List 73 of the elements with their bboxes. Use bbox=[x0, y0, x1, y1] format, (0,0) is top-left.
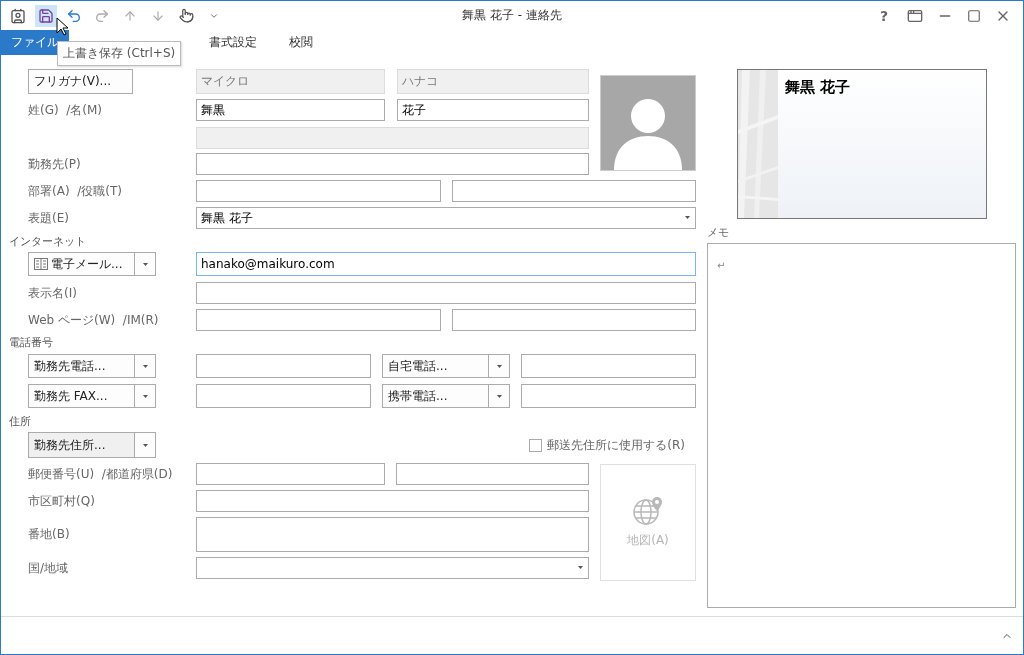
dropdown-arrow-icon bbox=[142, 394, 148, 398]
input-field[interactable] bbox=[196, 517, 589, 552]
dropdown-arrow-icon bbox=[578, 566, 583, 569]
dropdown-arrow-icon bbox=[496, 364, 502, 368]
field-label: Web ページ(W) /IM(R) bbox=[28, 311, 160, 329]
field-label: 勤務先(P) bbox=[28, 155, 82, 173]
window-title: 舞黒 花子 - 連絡先 bbox=[462, 7, 562, 24]
section-heading: インターネット bbox=[9, 233, 86, 249]
input-field[interactable]: hanako@maikuro.com bbox=[196, 252, 696, 276]
field-label: 国/地域 bbox=[28, 559, 70, 577]
input-field[interactable] bbox=[196, 180, 441, 202]
input-field[interactable]: マイクロ bbox=[196, 69, 385, 94]
field-label: 表示名(I) bbox=[28, 284, 78, 302]
input-field[interactable] bbox=[196, 282, 696, 304]
input-field[interactable] bbox=[452, 180, 696, 202]
ribbon-display-icon[interactable] bbox=[907, 7, 923, 24]
address-book-icon bbox=[34, 258, 48, 270]
field-type-button[interactable]: 勤務先住所... bbox=[28, 432, 135, 458]
input-field[interactable] bbox=[521, 354, 696, 378]
input-field[interactable]: 舞黒 bbox=[196, 99, 385, 121]
field-label: 表題(E) bbox=[28, 209, 70, 227]
card-name: 舞黒 花子 bbox=[785, 78, 851, 97]
section-heading: 住所 bbox=[9, 413, 31, 429]
globe-pin-icon bbox=[632, 496, 664, 526]
dropdown-arrow-icon bbox=[142, 262, 148, 266]
mouse-cursor-icon bbox=[56, 17, 68, 36]
field-label: 姓(G) /名(M) bbox=[28, 101, 104, 119]
furigana-button[interactable]: フリガナ(V)... bbox=[28, 69, 133, 94]
save-icon[interactable] bbox=[35, 4, 57, 27]
field-type-button[interactable]: 電子メール... bbox=[28, 252, 135, 276]
dropdown-arrow-icon bbox=[142, 364, 148, 368]
field-label: 番地(B) bbox=[28, 526, 71, 543]
input-field[interactable] bbox=[196, 309, 441, 331]
ribbon-tab[interactable]: 校閲 bbox=[273, 30, 329, 55]
dropdown-arrow-icon bbox=[685, 216, 690, 219]
dropdown-arrow-icon bbox=[496, 394, 502, 398]
field-type-button[interactable]: 携帯電話... bbox=[382, 384, 489, 408]
tooltip: 上書き保存 (Ctrl+S) bbox=[57, 41, 182, 66]
dropdown-button[interactable] bbox=[488, 384, 510, 408]
input-field[interactable] bbox=[196, 153, 589, 175]
field-label: 市区町村(Q) bbox=[28, 492, 96, 510]
maximize-icon[interactable] bbox=[967, 8, 981, 23]
input-field[interactable] bbox=[521, 384, 696, 408]
ribbon-tab[interactable]: 書式設定 bbox=[193, 30, 273, 55]
input-field[interactable] bbox=[196, 557, 589, 579]
field-label: 郵便番号(U) /都道府県(D) bbox=[28, 465, 174, 483]
input-field[interactable] bbox=[196, 384, 371, 408]
input-field[interactable] bbox=[196, 490, 589, 512]
memo-label: メモ bbox=[707, 225, 730, 240]
dropdown-button[interactable] bbox=[134, 354, 156, 378]
memo-field[interactable]: ↵ bbox=[707, 243, 1016, 608]
contact-photo[interactable] bbox=[600, 75, 696, 171]
dropdown-arrow-icon bbox=[142, 443, 148, 447]
input-field[interactable]: 舞黒 花子 bbox=[196, 207, 696, 229]
input-field[interactable] bbox=[196, 127, 589, 149]
field-type-button[interactable]: 自宅電話... bbox=[382, 354, 489, 378]
input-field[interactable] bbox=[196, 354, 371, 378]
input-field[interactable] bbox=[196, 463, 385, 485]
section-heading: 電話番号 bbox=[9, 334, 53, 350]
mailing-address-checkbox[interactable]: 郵送先住所に使用する(R) bbox=[529, 436, 685, 454]
dropdown-button[interactable] bbox=[134, 384, 156, 408]
field-type-button[interactable]: 勤務先電話... bbox=[28, 354, 135, 378]
dropdown-button[interactable] bbox=[134, 432, 156, 458]
dropdown-button[interactable] bbox=[134, 252, 156, 276]
paragraph-mark: ↵ bbox=[717, 260, 726, 271]
field-type-button[interactable]: 勤務先 FAX... bbox=[28, 384, 135, 408]
field-label: 部署(A) /役職(T) bbox=[28, 182, 123, 200]
input-field[interactable]: ハナコ bbox=[397, 69, 589, 94]
help-button[interactable]: ? bbox=[875, 7, 893, 24]
dropdown-button[interactable] bbox=[488, 354, 510, 378]
input-field[interactable]: 花子 bbox=[397, 99, 589, 121]
input-field[interactable] bbox=[452, 309, 696, 331]
input-field[interactable] bbox=[396, 463, 589, 485]
